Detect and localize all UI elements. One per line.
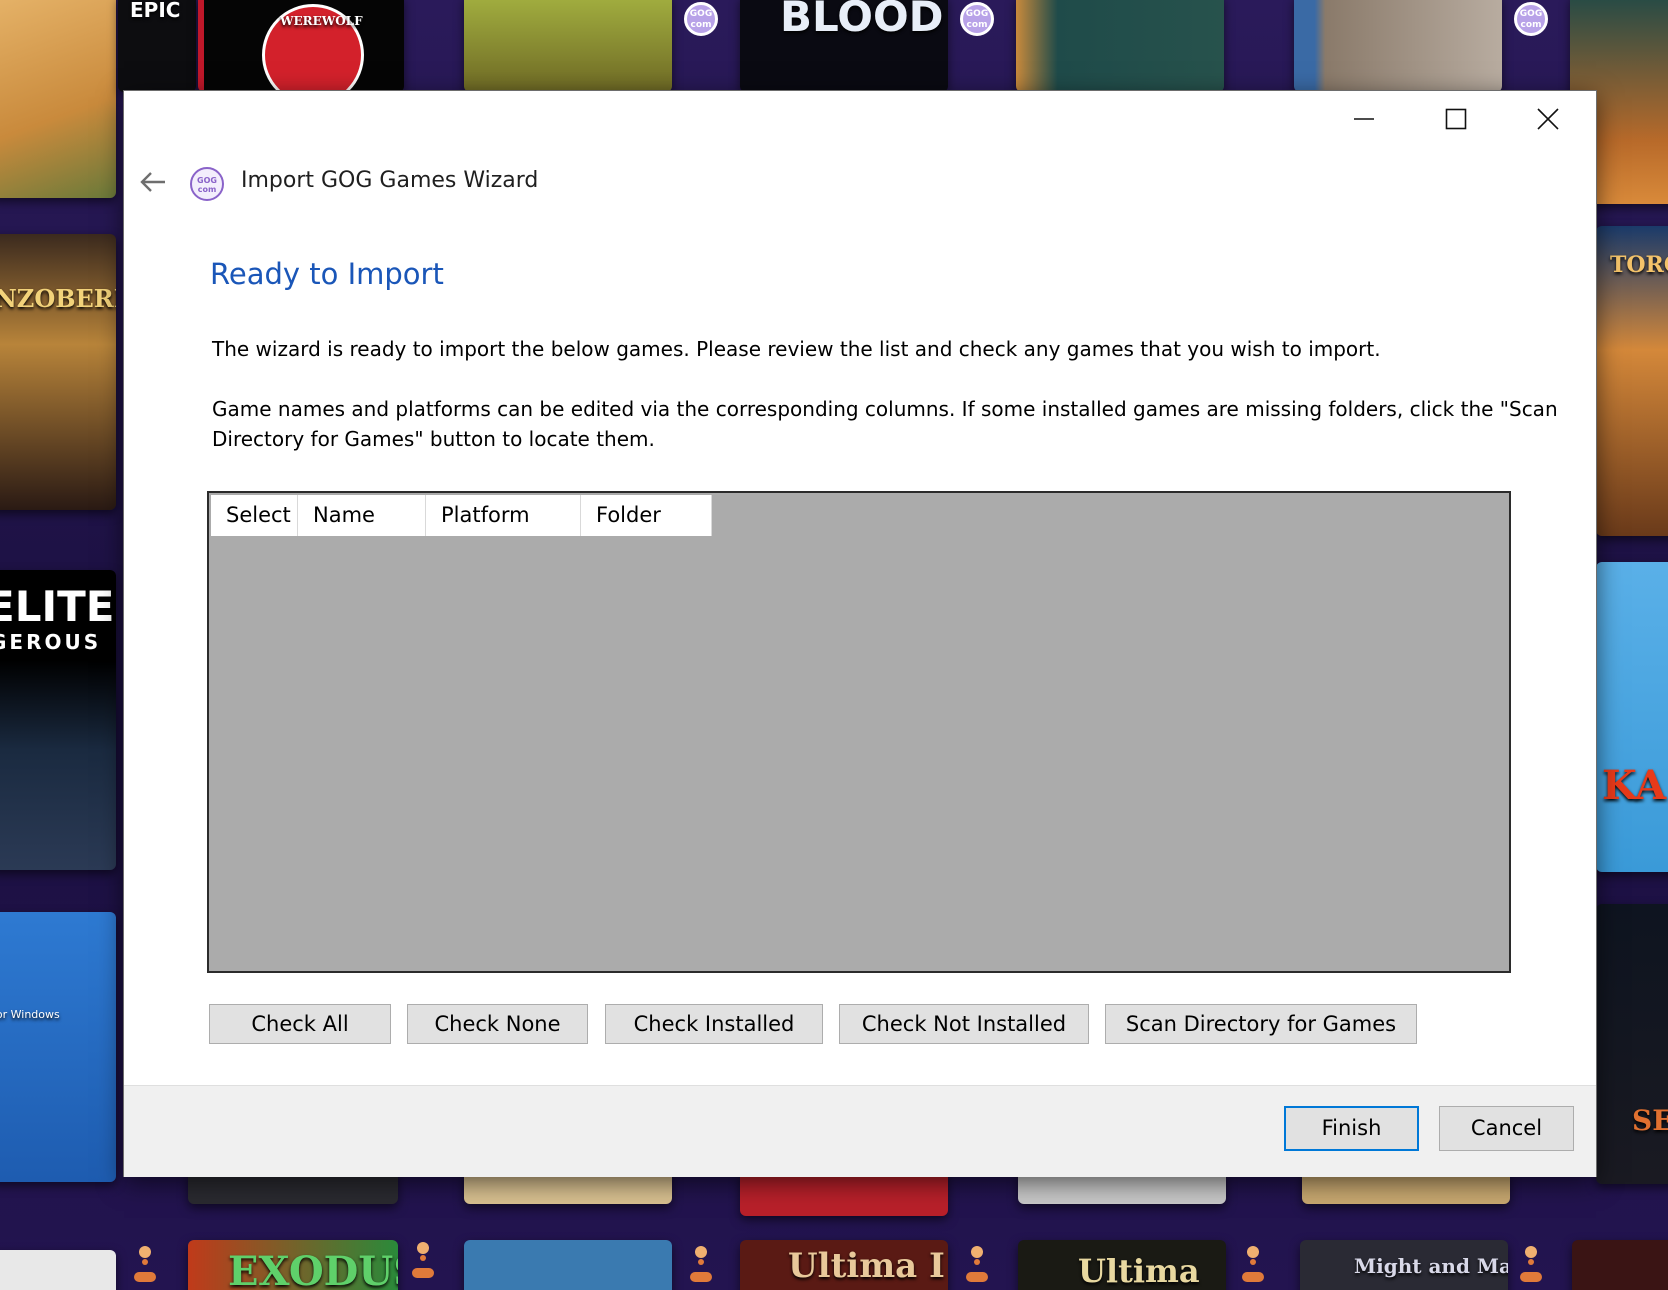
import-wizard-window: GOG com Import GOG Games Wizard Ready to… xyxy=(124,91,1596,1177)
epic-logo: EPIC xyxy=(130,0,181,22)
game-tile xyxy=(0,0,116,198)
game-tile: TORCHLIGHT xyxy=(1596,226,1668,536)
joystick-icon xyxy=(960,1244,994,1284)
game-tile xyxy=(0,1250,116,1290)
game-tile: KA xyxy=(1596,562,1668,872)
close-icon xyxy=(1537,108,1559,130)
gog-icon: GOG com xyxy=(190,167,224,201)
instructions-text: The wizard is ready to import the below … xyxy=(212,337,1381,361)
blood-title: BLOOD xyxy=(780,0,944,41)
werewolf-label: WEREWOLF xyxy=(280,14,363,28)
joystick-icon xyxy=(128,1244,162,1284)
game-tile: SE xyxy=(1596,904,1668,1184)
check-none-button[interactable]: Check None xyxy=(407,1004,588,1044)
torchlight-title: TORCHLIGHT xyxy=(1610,252,1668,278)
joystick-icon xyxy=(1236,1244,1270,1284)
elite-title: ELITE xyxy=(0,582,115,631)
joystick-icon xyxy=(406,1240,440,1280)
gog-icon: GOG com xyxy=(684,2,718,36)
exodus-title: EXODUS xyxy=(228,1248,398,1290)
edit-hint-text: Game names and platforms can be edited v… xyxy=(212,397,1558,451)
game-tile: Might and Magic xyxy=(1300,1240,1508,1290)
game-tile xyxy=(1294,0,1502,92)
maximize-button[interactable] xyxy=(1410,91,1502,147)
game-tile xyxy=(1016,0,1224,92)
game-tile: Ultima xyxy=(1018,1240,1226,1290)
column-select[interactable]: Select xyxy=(211,495,298,536)
list-column-header: Select Name Platform Folder xyxy=(211,495,712,536)
maximize-icon xyxy=(1445,108,1467,130)
game-tile xyxy=(1572,1240,1668,1290)
game-tile xyxy=(464,0,672,92)
joystick-icon xyxy=(1514,1244,1548,1284)
check-not-installed-button[interactable]: Check Not Installed xyxy=(839,1004,1089,1044)
column-folder[interactable]: Folder xyxy=(581,495,712,536)
windows-label: for Windows xyxy=(0,1008,60,1021)
game-tile: EPIC xyxy=(118,0,196,92)
game-tile: Ultima I xyxy=(740,1240,948,1290)
back-arrow-icon[interactable] xyxy=(138,167,168,197)
game-tile: for Windows xyxy=(0,912,116,1182)
menzoberranzan-title: MENZOBERRANZAN xyxy=(0,284,116,313)
column-name[interactable]: Name xyxy=(298,495,426,536)
game-tile xyxy=(464,1240,672,1290)
elite-subtitle: GEROUS xyxy=(0,630,102,654)
game-tile: MENZOBERRANZAN xyxy=(0,234,116,510)
scan-directory-button[interactable]: Scan Directory for Games xyxy=(1105,1004,1417,1044)
cancel-button[interactable]: Cancel xyxy=(1439,1106,1574,1151)
check-all-button[interactable]: Check All xyxy=(209,1004,391,1044)
minimize-button[interactable] xyxy=(1318,91,1410,147)
page-heading: Ready to Import xyxy=(210,257,444,291)
dialog-footer: Finish Cancel xyxy=(124,1085,1596,1177)
window-title: Import GOG Games Wizard xyxy=(241,168,539,193)
minimize-icon xyxy=(1354,118,1374,120)
kao-title: KA xyxy=(1602,762,1667,809)
gog-icon: GOG com xyxy=(960,2,994,36)
game-tile: BLOOD xyxy=(740,0,948,92)
game-tile: WEREWOLF xyxy=(198,0,404,92)
close-button[interactable] xyxy=(1502,91,1594,147)
se-title: SE xyxy=(1632,1104,1668,1137)
ultima-i-title: Ultima I xyxy=(788,1246,945,1286)
ultima-title: Ultima xyxy=(1078,1252,1200,1290)
games-list[interactable]: Select Name Platform Folder xyxy=(207,491,1511,973)
gog-icon: GOG com xyxy=(1514,2,1548,36)
game-tile: ELITE GEROUS xyxy=(0,570,116,870)
check-installed-button[interactable]: Check Installed xyxy=(605,1004,823,1044)
game-tile: EXODUS xyxy=(188,1240,398,1290)
finish-button[interactable]: Finish xyxy=(1284,1106,1419,1151)
column-platform[interactable]: Platform xyxy=(426,495,581,536)
joystick-icon xyxy=(684,1244,718,1284)
might-magic-title: Might and Magic xyxy=(1354,1254,1508,1278)
